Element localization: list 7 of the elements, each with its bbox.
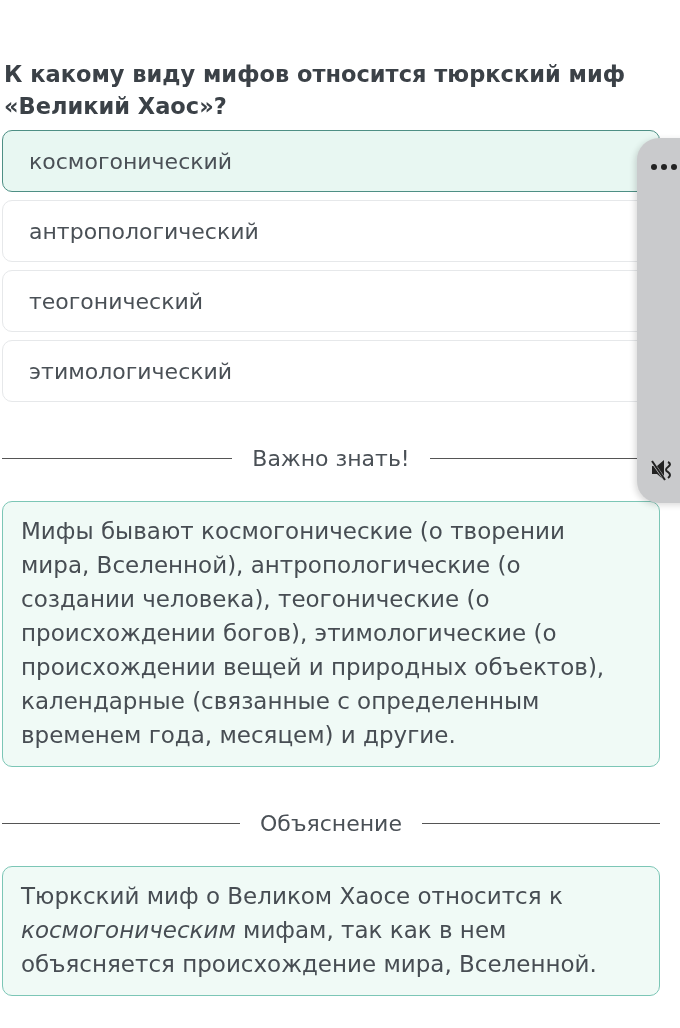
- section-heading: Важно знать!: [252, 446, 410, 471]
- info-card: Мифы бывают космогонические (о творении мира, Вселенной), антропологические (о создании человека), теогонические (о происхождении богов), этимологические (о происхождении вещей и природных объектов), календарные (связанные с определенным временем года, месяцем) и другие.: [2, 501, 660, 767]
- section-heading: Объяснение: [260, 811, 402, 836]
- more-icon[interactable]: [650, 163, 680, 171]
- info-card: Тюркский миф о Великом Хаосе относится к космогоническим мифам, так как в нем объясняется происхождение мира, Вселенной.: [2, 866, 660, 996]
- question-text: К какому виду мифов относится тюркский миф «Великий Хаос»?: [4, 60, 626, 121]
- answer-option[interactable]: космогонический: [2, 130, 660, 192]
